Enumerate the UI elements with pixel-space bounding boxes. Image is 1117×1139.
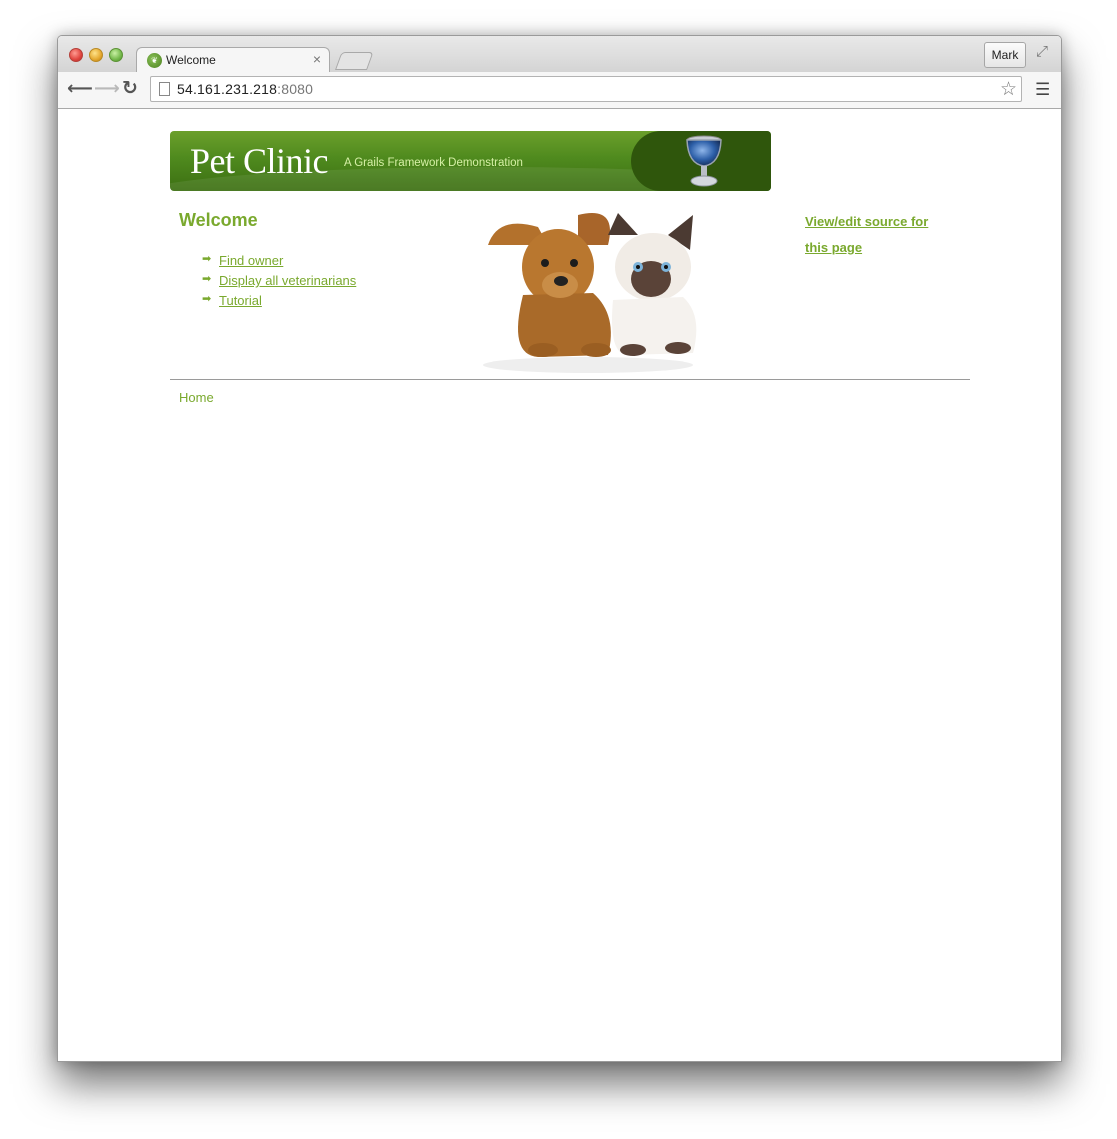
close-window-button[interactable] bbox=[69, 48, 83, 62]
tab-title: Welcome bbox=[166, 53, 216, 67]
tab-close-icon[interactable]: × bbox=[313, 51, 321, 67]
address-bar[interactable]: 54.161.231.218:8080 ☆ bbox=[150, 76, 1022, 102]
tab-strip: ❦ Welcome × Mark ⤢ bbox=[58, 36, 1061, 72]
tab-welcome[interactable]: ❦ Welcome × bbox=[136, 47, 330, 72]
pet-clinic-banner: Pet Clinic A Grails Framework Demonstrat… bbox=[170, 131, 771, 191]
url-host: 54.161.231.218 bbox=[177, 81, 278, 97]
zoom-window-button[interactable] bbox=[109, 48, 123, 62]
url-port: :8080 bbox=[277, 81, 314, 97]
view-edit-source-link[interactable]: View/edit source for this page bbox=[805, 209, 945, 261]
banner-subtitle: A Grails Framework Demonstration bbox=[344, 157, 523, 169]
fullscreen-icon[interactable]: ⤢ bbox=[1036, 43, 1048, 60]
puppy-and-kitten-image bbox=[483, 213, 697, 373]
minimize-window-button[interactable] bbox=[89, 48, 103, 62]
divider bbox=[170, 379, 970, 380]
arrow-bullet-icon: ➡ bbox=[202, 293, 212, 305]
page-viewport: Pet Clinic A Grails Framework Demonstrat… bbox=[58, 109, 1061, 1061]
find-owner-link[interactable]: Find owner bbox=[219, 253, 283, 268]
page-title: Welcome bbox=[179, 210, 258, 230]
banner-title: Pet Clinic bbox=[190, 141, 329, 181]
arrow-bullet-icon: ➡ bbox=[202, 253, 212, 265]
grails-favicon-icon: ❦ bbox=[147, 53, 162, 68]
forward-arrow-icon[interactable]: ⟶ bbox=[94, 78, 120, 99]
display-veterinarians-link[interactable]: Display all veterinarians bbox=[219, 273, 356, 288]
arrow-bullet-icon: ➡ bbox=[202, 273, 212, 285]
tutorial-link[interactable]: Tutorial bbox=[219, 293, 262, 308]
profile-button[interactable]: Mark bbox=[984, 42, 1026, 68]
browser-window: ❦ Welcome × Mark ⤢ ⟵ ⟶ ↻ 54.161.231.218:… bbox=[57, 35, 1062, 1062]
bookmark-star-icon[interactable]: ☆ bbox=[1000, 78, 1017, 101]
breadcrumb-home[interactable]: Home bbox=[179, 390, 214, 405]
page-icon bbox=[159, 82, 170, 96]
new-tab-button[interactable] bbox=[335, 52, 374, 70]
reload-icon[interactable]: ↻ bbox=[122, 77, 138, 100]
url-text[interactable]: 54.161.231.218:8080 bbox=[177, 81, 313, 97]
grails-logo-icon bbox=[686, 135, 722, 187]
hamburger-menu-icon[interactable]: ☰ bbox=[1035, 80, 1050, 100]
back-arrow-icon[interactable]: ⟵ bbox=[67, 78, 93, 99]
browser-toolbar: ⟵ ⟶ ↻ 54.161.231.218:8080 ☆ ☰ bbox=[58, 72, 1061, 109]
